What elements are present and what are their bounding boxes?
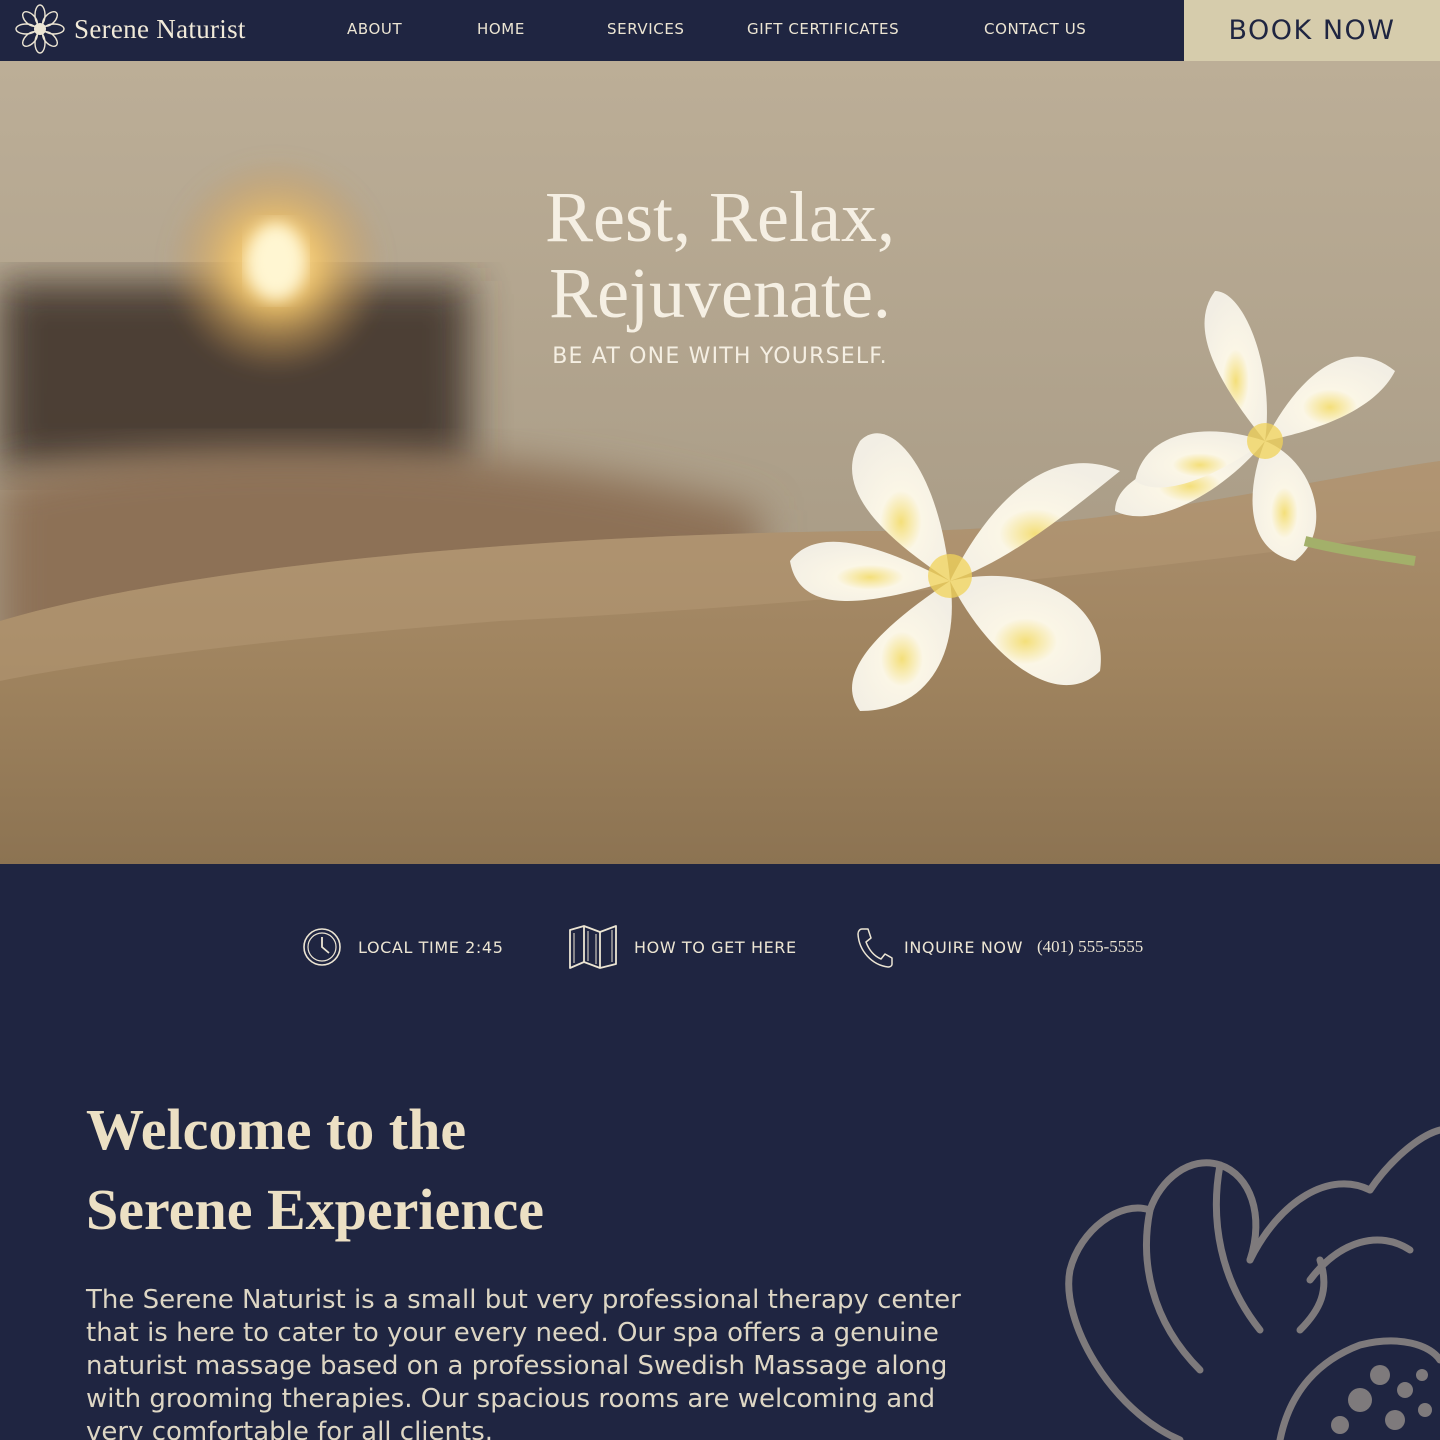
directions-label: HOW TO GET HERE <box>634 937 797 957</box>
hero-section: Rest, Relax, Rejuvenate. BE AT ONE WITH … <box>0 61 1440 864</box>
inquire-item[interactable]: INQUIRE NOW (401) 555-5555 <box>856 924 1143 970</box>
welcome-heading-line1: Welcome to the <box>86 1097 467 1162</box>
nav-gift-certificates[interactable]: GIFT CERTIFICATES <box>747 20 899 38</box>
flower-icon <box>15 4 65 54</box>
local-time-label: LOCAL TIME 2:45 <box>358 937 504 957</box>
welcome-heading-line2: Serene Experience <box>86 1177 544 1242</box>
local-time-item: LOCAL TIME 2:45 <box>302 924 503 970</box>
book-now-button[interactable]: BOOK NOW <box>1184 0 1440 61</box>
nav-about[interactable]: ABOUT <box>347 20 402 38</box>
hero-title-line1: Rest, Relax, <box>545 177 895 257</box>
hero-subtitle: BE AT ONE WITH YOURSELF. <box>552 344 888 369</box>
phone-icon <box>857 928 893 968</box>
phone-number[interactable]: (401) 555-5555 <box>1037 937 1143 957</box>
nav-services[interactable]: SERVICES <box>607 20 685 38</box>
welcome-body: The Serene Naturist is a small but very … <box>86 1285 961 1440</box>
directions-item[interactable]: HOW TO GET HERE <box>568 924 797 970</box>
nav-contact-us[interactable]: CONTACT US <box>984 20 1086 38</box>
clock-icon <box>303 928 341 966</box>
brand-name: Serene Naturist <box>74 13 246 44</box>
nav-home[interactable]: HOME <box>477 20 525 38</box>
hero-title-line2: Rejuvenate. <box>549 253 891 333</box>
decorative-flower-icon <box>1065 1126 1440 1440</box>
brand-logo[interactable]: Serene Naturist <box>14 2 246 56</box>
top-nav: Serene Naturist ABOUT HOME SERVICES GIFT… <box>0 0 1440 61</box>
inquire-label: INQUIRE NOW <box>904 937 1024 957</box>
map-icon <box>569 925 617 969</box>
